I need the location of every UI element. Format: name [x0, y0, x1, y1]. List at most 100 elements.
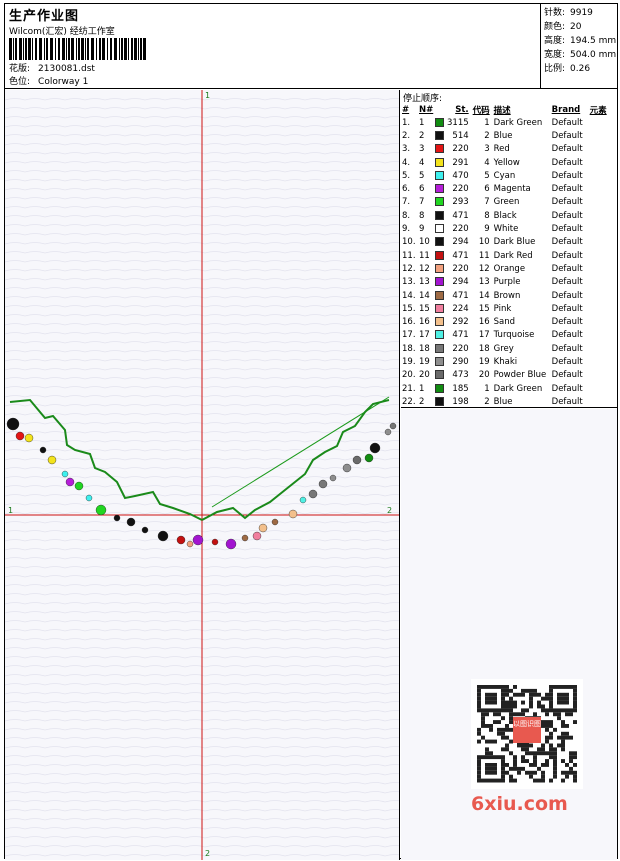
qr-module — [557, 692, 561, 697]
qr-module — [477, 774, 481, 779]
barcode-bar — [121, 38, 123, 60]
row-index: 12. — [402, 263, 416, 274]
motif-flower — [225, 538, 237, 550]
row-element — [590, 209, 615, 222]
table-row: 1. 1 3115 1 Dark Green Default — [401, 116, 615, 129]
qr-module — [529, 692, 533, 697]
barcode-bar — [85, 38, 86, 60]
qr-module — [477, 704, 481, 709]
row-brand: Default — [551, 224, 583, 235]
motif-flower — [384, 428, 392, 436]
row-needle: 12 — [419, 263, 430, 274]
color-swatch — [435, 130, 444, 140]
row-element — [590, 302, 615, 315]
row-brand: Default — [551, 184, 583, 195]
row-brand: Default — [551, 277, 583, 288]
qr-module — [529, 770, 533, 775]
row-brand: Default — [551, 303, 583, 314]
watermark-text: 6xiu.com — [471, 793, 568, 815]
qr-module — [513, 685, 517, 689]
qr-module — [493, 766, 497, 771]
qr-module — [553, 755, 557, 760]
qr-module — [549, 747, 553, 752]
qr-module — [501, 688, 505, 693]
color-swatch — [435, 330, 444, 340]
row-element — [590, 156, 615, 169]
qr-module — [565, 763, 569, 767]
qr-module — [477, 700, 481, 705]
motif-flower — [258, 523, 268, 533]
row-index: 5. — [402, 170, 411, 181]
row-element — [590, 169, 615, 182]
qr-module — [573, 720, 577, 724]
color-swatch-cell — [435, 395, 447, 408]
row-element — [590, 395, 615, 408]
qr-module — [557, 716, 561, 721]
row-index: 11. — [402, 250, 416, 261]
row-index: 20. — [402, 370, 416, 381]
qr-stamp: 以图识图 — [513, 717, 541, 743]
row-stitches: 514 — [452, 130, 469, 141]
motif-flower — [308, 489, 318, 499]
qr-module — [545, 751, 549, 756]
qr-module — [545, 720, 549, 724]
row-element — [590, 116, 615, 129]
color-swatch — [435, 396, 444, 406]
row-description: Sand — [493, 317, 516, 328]
stop-sequence-panel: 停止顺序: # N# St. 代码 描述 Brand 元素 1. 1 3115 1 Da… — [401, 90, 617, 408]
qr-module — [481, 724, 485, 728]
row-description: Red — [493, 144, 510, 155]
motif-flower — [389, 422, 397, 430]
header-info: 生产作业图 Wilcom(汇宏) 经纺工作室 花版: 2130081.dst 色位… — [7, 4, 539, 89]
color-swatch — [435, 263, 444, 273]
qr-module — [509, 708, 513, 713]
barcode-bar — [58, 38, 60, 60]
table-row: 16. 16 292 16 Sand Default — [401, 315, 615, 328]
table-row: 10. 10 294 10 Dark Blue Default — [401, 236, 615, 249]
barcode-bar — [13, 38, 14, 60]
stop-sequence-table: # N# St. 代码 描述 Brand 元素 1. 1 3115 1 Dark Gre… — [401, 103, 615, 409]
table-header-row: # N# St. 代码 描述 Brand 元素 — [401, 103, 615, 116]
row-code: 18 — [478, 343, 490, 354]
qr-module — [529, 751, 533, 756]
barcode-bar — [35, 38, 37, 60]
row-stitches: 220 — [452, 263, 469, 274]
qr-module — [481, 755, 485, 760]
row-stitches: 294 — [452, 277, 469, 288]
motif-flower — [369, 442, 381, 454]
qr-module — [497, 727, 501, 732]
row-brand: Default — [551, 356, 583, 367]
qr-module — [477, 770, 481, 775]
qr-module — [549, 735, 553, 740]
qr-module — [485, 724, 489, 728]
color-swatch — [435, 184, 444, 194]
qr-module — [549, 720, 553, 724]
color-swatch-cell — [435, 276, 447, 289]
qr-module — [553, 766, 557, 771]
qr-module — [505, 704, 509, 709]
table-row: 11. 11 471 11 Dark Red Default — [401, 249, 615, 262]
qr-module — [569, 766, 573, 771]
table-row: 6. 6 220 6 Magenta Default — [401, 182, 615, 195]
qr-module — [549, 751, 553, 756]
qr-module — [505, 763, 509, 767]
qr-module — [557, 700, 561, 705]
motif-flower — [24, 433, 34, 443]
motif-flower — [47, 455, 57, 465]
row-description: Grey — [493, 343, 514, 354]
color-swatch-cell — [435, 143, 447, 156]
qr-module — [505, 688, 509, 693]
qr-module — [509, 778, 513, 783]
stat-value: 504.0 mm — [570, 50, 617, 60]
color-swatch-cell — [435, 196, 447, 209]
qr-module — [561, 778, 565, 783]
design-file-label: 花版: — [9, 64, 31, 74]
barcode-bar — [46, 38, 48, 60]
axis-label-top: 1 — [205, 91, 211, 100]
color-swatch-cell — [435, 182, 447, 195]
color-swatch — [435, 144, 444, 154]
qr-module — [529, 700, 533, 705]
barcode-bar — [87, 38, 89, 60]
qr-module — [573, 688, 577, 693]
row-index: 22. — [402, 396, 416, 407]
